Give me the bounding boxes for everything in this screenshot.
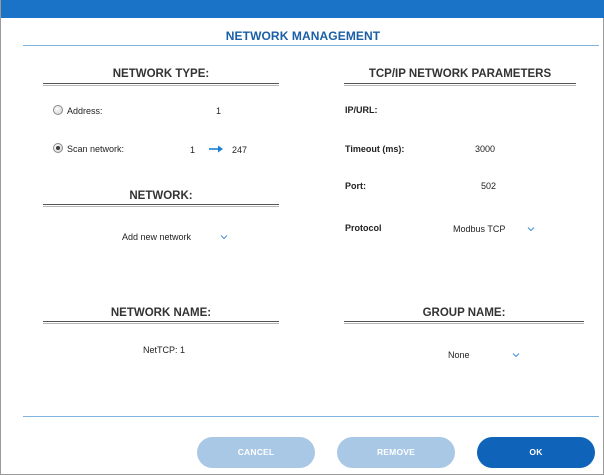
network-type-divider (43, 83, 279, 84)
network-dropdown-value: Add new network (122, 232, 192, 242)
scan-to-value[interactable]: 247 (232, 145, 247, 155)
address-label: Address: (67, 106, 103, 116)
arrow-right-icon (209, 145, 223, 153)
port-label: Port: (345, 181, 366, 191)
group-name-dropdown-value: None (448, 350, 470, 360)
network-dropdown[interactable]: Add new network (116, 228, 236, 244)
tcpip-heading: TCP/IP NETWORK PARAMETERS (368, 68, 552, 80)
chevron-down-icon (527, 227, 535, 232)
group-name-dropdown[interactable]: None (446, 346, 526, 362)
chevron-down-icon (512, 353, 520, 358)
protocol-dropdown[interactable]: Modbus TCP (451, 220, 551, 236)
title-divider (23, 45, 599, 46)
scan-network-radio[interactable] (53, 143, 63, 153)
protocol-label: Protocol (345, 223, 382, 233)
network-type-heading: NETWORK TYPE: (112, 68, 210, 80)
ip-url-label: IP/URL: (345, 105, 378, 115)
network-heading: NETWORK: (129, 190, 193, 202)
title-bar (1, 0, 604, 18)
footer-divider (23, 416, 599, 417)
port-field[interactable]: 502 (481, 181, 496, 191)
protocol-dropdown-value: Modbus TCP (453, 224, 506, 234)
network-divider-shadow (43, 206, 279, 207)
timeout-label: Timeout (ms): (345, 144, 405, 154)
group-name-heading: GROUP NAME: (422, 307, 506, 319)
network-name-heading: NETWORK NAME: (110, 307, 212, 319)
network-divider (43, 204, 279, 205)
ok-button[interactable]: OK (477, 437, 595, 468)
tcpip-divider (344, 83, 576, 84)
ip-url-field[interactable] (451, 105, 551, 117)
network-name-divider-shadow (43, 323, 279, 324)
scan-from-value[interactable]: 1 (190, 145, 195, 155)
timeout-field[interactable]: 3000 (475, 144, 495, 154)
cancel-button[interactable]: CANCEL (197, 437, 315, 468)
scan-network-label: Scan network: (67, 144, 125, 154)
address-value[interactable]: 1 (216, 106, 221, 116)
address-radio[interactable] (53, 105, 63, 115)
network-type-divider-shadow (43, 85, 279, 86)
network-name-value[interactable]: NetTCP: 1 (143, 345, 185, 355)
network-name-divider (43, 321, 279, 322)
dialog-title: NETWORK MANAGEMENT (225, 29, 381, 43)
group-name-divider-shadow (344, 323, 584, 324)
chevron-down-icon (220, 235, 228, 240)
remove-button[interactable]: REMOVE (337, 437, 455, 468)
group-name-divider (344, 321, 584, 322)
tcpip-divider-shadow (344, 85, 576, 86)
network-management-dialog: NETWORK MANAGEMENT NETWORK TYPE: Address… (0, 0, 604, 475)
